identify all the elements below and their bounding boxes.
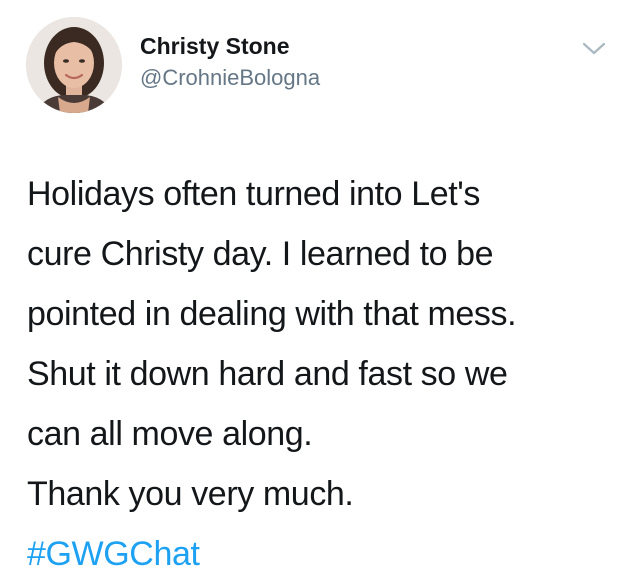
tweet-text-line: Thank you very much. [27, 475, 354, 513]
tweet-text-line: can all move along. [27, 415, 313, 453]
user-avatar-photo-icon [26, 17, 122, 113]
tweet-card: Christy Stone @CrohnieBologna Holidays o… [0, 0, 623, 579]
tweet-text-line: Shut it down hard and fast so we [27, 355, 508, 393]
tweet-text: Holidays often turned into Let's cure Ch… [27, 164, 617, 584]
chevron-down-icon [582, 42, 606, 55]
user-names: Christy Stone @CrohnieBologna [140, 31, 320, 93]
tweet-text-line: cure Christy day. I learned to be [27, 235, 494, 273]
avatar[interactable] [26, 17, 122, 113]
tweet-text-line: pointed in dealing with that mess. [27, 295, 517, 333]
display-name[interactable]: Christy Stone [140, 31, 320, 61]
hashtag-link[interactable]: #GWGChat [27, 535, 200, 573]
user-handle[interactable]: @CrohnieBologna [140, 63, 320, 93]
tweet-text-line: Holidays often turned into Let's [27, 175, 480, 213]
tweet-menu-button[interactable] [578, 36, 610, 60]
